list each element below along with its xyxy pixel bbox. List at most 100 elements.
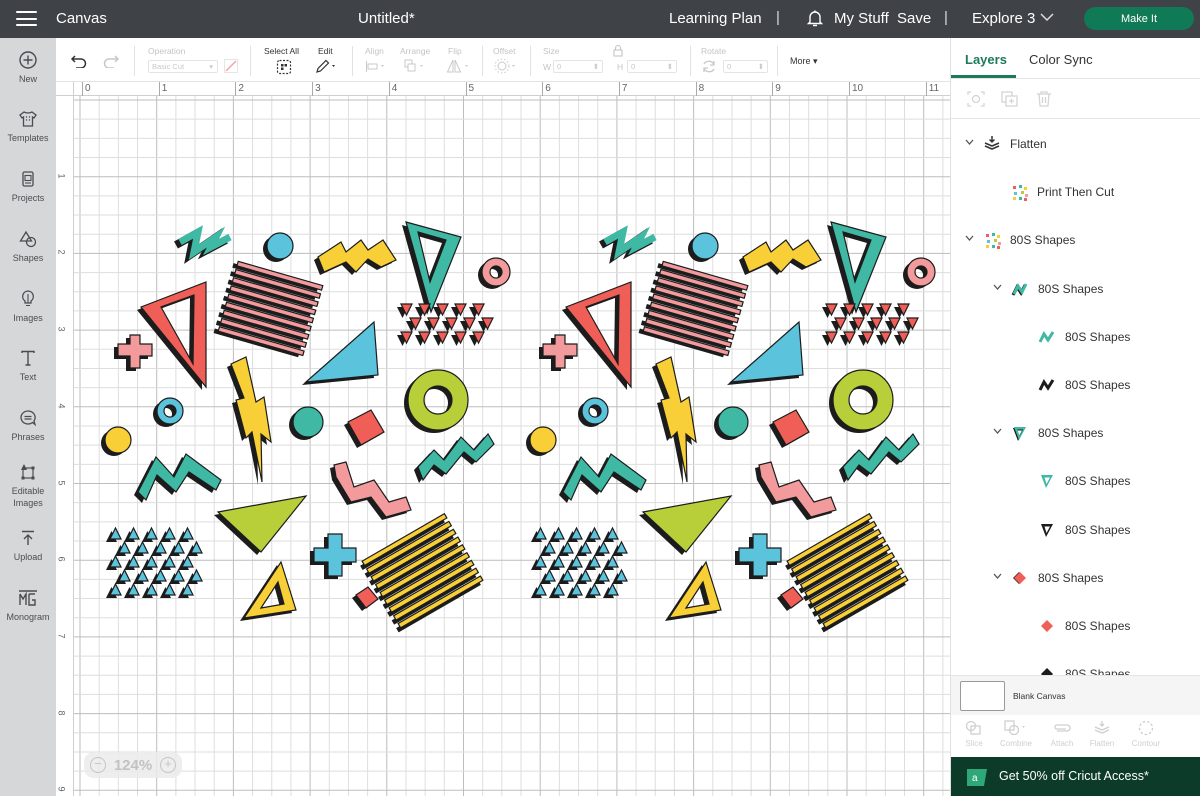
layer-thumbnail-icon — [986, 233, 1001, 250]
document-title[interactable]: Untitled* — [358, 10, 415, 27]
learning-plan-link[interactable]: Learning Plan — [669, 10, 762, 27]
ruler-tick-label: 4 — [56, 403, 67, 409]
layer-row[interactable]: Flatten — [951, 120, 1200, 168]
blue-dot — [266, 232, 294, 260]
select-all-icon[interactable] — [276, 59, 292, 75]
ruler-tick-label: 8 — [695, 82, 704, 96]
slice-button[interactable]: Slice — [953, 720, 995, 748]
sidebar-item-editable-images[interactable]: Editable Images — [0, 462, 56, 509]
top-bar: Canvas Untitled* Learning Plan | My Stuf… — [0, 0, 1200, 38]
bell-icon[interactable] — [806, 9, 824, 28]
edit-label: Edit — [318, 46, 333, 56]
lime-ring — [407, 369, 469, 431]
chevron-down-icon[interactable] — [965, 235, 974, 242]
tab-color-sync[interactable]: Color Sync — [1029, 52, 1093, 67]
width-input[interactable]: 0 ⬍ — [553, 60, 603, 73]
combine-button[interactable]: Combine — [995, 720, 1037, 748]
flip-icon[interactable] — [446, 59, 472, 73]
duplicate-icon[interactable] — [1001, 91, 1019, 107]
sidebar-item-projects[interactable]: Projects — [0, 169, 56, 204]
tab-layers[interactable]: Layers — [965, 52, 1007, 67]
undo-icon[interactable] — [70, 54, 88, 68]
flatten-button[interactable]: Flatten — [1081, 720, 1123, 748]
coral-triangle-grid — [397, 303, 494, 346]
sidebar-item-images[interactable]: Images — [0, 289, 56, 324]
layer-row[interactable]: 80S Shapes — [951, 216, 1200, 264]
layer-row[interactable]: 80S Shapes — [951, 409, 1200, 457]
layer-row[interactable]: Print Then Cut — [951, 168, 1200, 216]
chevron-down-icon[interactable] — [965, 139, 974, 145]
sidebar-item-upload[interactable]: Upload — [0, 528, 56, 563]
sidebar-item-templates[interactable]: Templates — [0, 109, 56, 144]
hamburger-menu-icon[interactable] — [16, 11, 37, 26]
design-canvas[interactable]: 0 1 2 3 4 5 6 7 8 9 10 11 123456789 − 124% + — [56, 82, 950, 796]
layer-thumbnail-icon — [1011, 282, 1028, 296]
more-button[interactable]: More ▾ — [790, 56, 818, 67]
sidebar-item-label: Phrases — [11, 432, 45, 442]
offset-icon[interactable] — [494, 58, 520, 74]
projects-icon — [22, 171, 34, 187]
blue-triangle — [304, 320, 379, 383]
layer-row[interactable]: 80S Shapes — [951, 602, 1200, 650]
my-stuff-link[interactable]: My Stuff — [834, 10, 889, 27]
layer-thumbnail-icon — [1038, 379, 1055, 391]
group-icon[interactable] — [967, 91, 985, 107]
slice-icon — [965, 720, 981, 735]
save-button[interactable]: Save — [897, 10, 931, 27]
layer-thumbnail-icon — [1013, 427, 1026, 442]
sidebar-item-monogram[interactable]: Monogram — [0, 588, 56, 623]
chevron-down-icon[interactable] — [993, 573, 1002, 579]
blue-triangle-grid — [531, 526, 628, 598]
sidebar-item-new[interactable]: New — [0, 50, 56, 85]
arrange-icon[interactable] — [404, 59, 430, 73]
layer-row[interactable]: 80S Shapes — [951, 361, 1200, 409]
ruler-horizontal: 0 1 2 3 4 5 6 7 8 9 10 11 — [74, 82, 950, 96]
layer-row[interactable]: 80S Shapes — [951, 650, 1200, 675]
slice-label: Slice — [965, 739, 983, 748]
rotate-icon[interactable] — [701, 59, 717, 74]
operation-select[interactable]: Basic Cut ▾ — [148, 60, 218, 73]
align-icon[interactable] — [365, 60, 389, 73]
machine-selector[interactable]: Explore 3 — [972, 10, 1035, 27]
layer-row[interactable]: 80S Shapes — [951, 457, 1200, 505]
sidebar-item-text[interactable]: Text — [0, 348, 56, 383]
blue-dot — [691, 232, 719, 260]
attach-button[interactable]: Attach — [1041, 720, 1083, 748]
layer-row[interactable]: 80S Shapes — [951, 554, 1200, 602]
cricut-access-promo-banner[interactable]: a Get 50% off Cricut Access* — [951, 757, 1200, 796]
pink-zigzag — [333, 461, 412, 518]
lock-icon[interactable] — [613, 45, 623, 57]
layer-row[interactable]: 80S Shapes — [951, 265, 1200, 313]
zoom-out-button[interactable]: − — [90, 757, 106, 773]
chevron-down-icon[interactable] — [993, 284, 1002, 290]
chevron-down-icon[interactable] — [1040, 12, 1054, 22]
layer-row[interactable]: 80S Shapes — [951, 506, 1200, 554]
redo-icon[interactable] — [102, 54, 120, 68]
artwork-layer — [101, 221, 936, 633]
ruler-tick-label: 0 — [82, 82, 91, 96]
layer-name: 80S Shapes — [1065, 474, 1131, 489]
lightbulb-icon — [22, 290, 34, 307]
ruler-tick-label: 7 — [56, 633, 67, 639]
flatten-label: Flatten — [1089, 739, 1115, 748]
canvas-color-swatch[interactable] — [960, 681, 1005, 711]
edit-pencil-icon[interactable] — [315, 59, 339, 74]
height-input[interactable]: 0 ⬍ — [627, 60, 677, 73]
contour-button[interactable]: Contour — [1125, 720, 1167, 748]
layer-name: 80S Shapes — [1038, 281, 1104, 296]
make-it-button[interactable]: Make It — [1084, 7, 1194, 30]
layers-list: Flatten Print Then Cut 80S Shapes 80S Shape… — [951, 120, 1200, 675]
material-color-swatch-icon[interactable] — [224, 59, 238, 73]
delete-icon[interactable] — [1035, 91, 1053, 107]
layer-bottom-tools: Slice Combine Attach Flatten Contour — [951, 715, 1200, 755]
layer-row[interactable]: 80S Shapes — [951, 313, 1200, 361]
layer-name: Flatten — [1010, 137, 1047, 151]
sidebar-item-phrases[interactable]: Phrases — [0, 408, 56, 443]
rotate-input[interactable]: 0 ⬍ — [723, 60, 768, 73]
sidebar-item-shapes[interactable]: Shapes — [0, 229, 56, 264]
ruler-tick-label: 6 — [542, 82, 551, 96]
coral-triangle-grid — [822, 303, 919, 346]
operation-value: Basic Cut — [152, 62, 185, 71]
zoom-in-button[interactable]: + — [160, 757, 176, 773]
chevron-down-icon[interactable] — [993, 428, 1002, 435]
